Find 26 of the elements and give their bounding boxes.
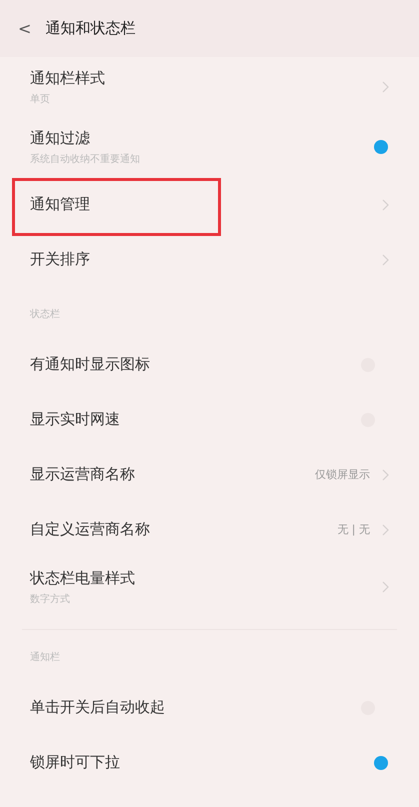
screen-title: 通知和状态栏: [45, 19, 136, 38]
setting-title: 单击开关后自动收起: [30, 698, 165, 717]
chevron-icon: [382, 581, 389, 593]
setting-subtitle: 数字方式: [30, 592, 70, 606]
setting-title: 通知管理: [30, 195, 90, 214]
setting-value: 无 | 无: [337, 522, 370, 537]
setting-title: 通知过滤: [30, 128, 90, 148]
section-label: 状态栏: [29, 308, 61, 322]
chevron-icon: [382, 468, 389, 480]
setting-subtitle: 系统自动收纳不重要通知: [30, 152, 140, 166]
chevron-icon: [382, 254, 389, 266]
back-button[interactable]: <: [18, 19, 32, 38]
setting-title: 锁屏时可下拉: [30, 753, 120, 772]
setting-title: 开关排序: [30, 250, 90, 269]
setting-title: 自定义运营商名称: [30, 520, 150, 539]
setting-title: 有通知时显示图标: [30, 355, 150, 374]
setting-subtitle: 单页: [30, 92, 50, 106]
setting-title: 显示运营商名称: [30, 465, 135, 484]
chevron-icon: [382, 81, 389, 93]
chevron-icon: [382, 524, 389, 536]
chevron-icon: [382, 198, 389, 210]
setting-title: 状态栏电量样式: [30, 568, 135, 588]
setting-value: 仅锁屏显示: [315, 467, 370, 482]
setting-title: 通知栏样式: [30, 68, 105, 88]
section-label: 通知栏: [29, 650, 61, 665]
setting-title: 显示实时网速: [30, 410, 120, 429]
